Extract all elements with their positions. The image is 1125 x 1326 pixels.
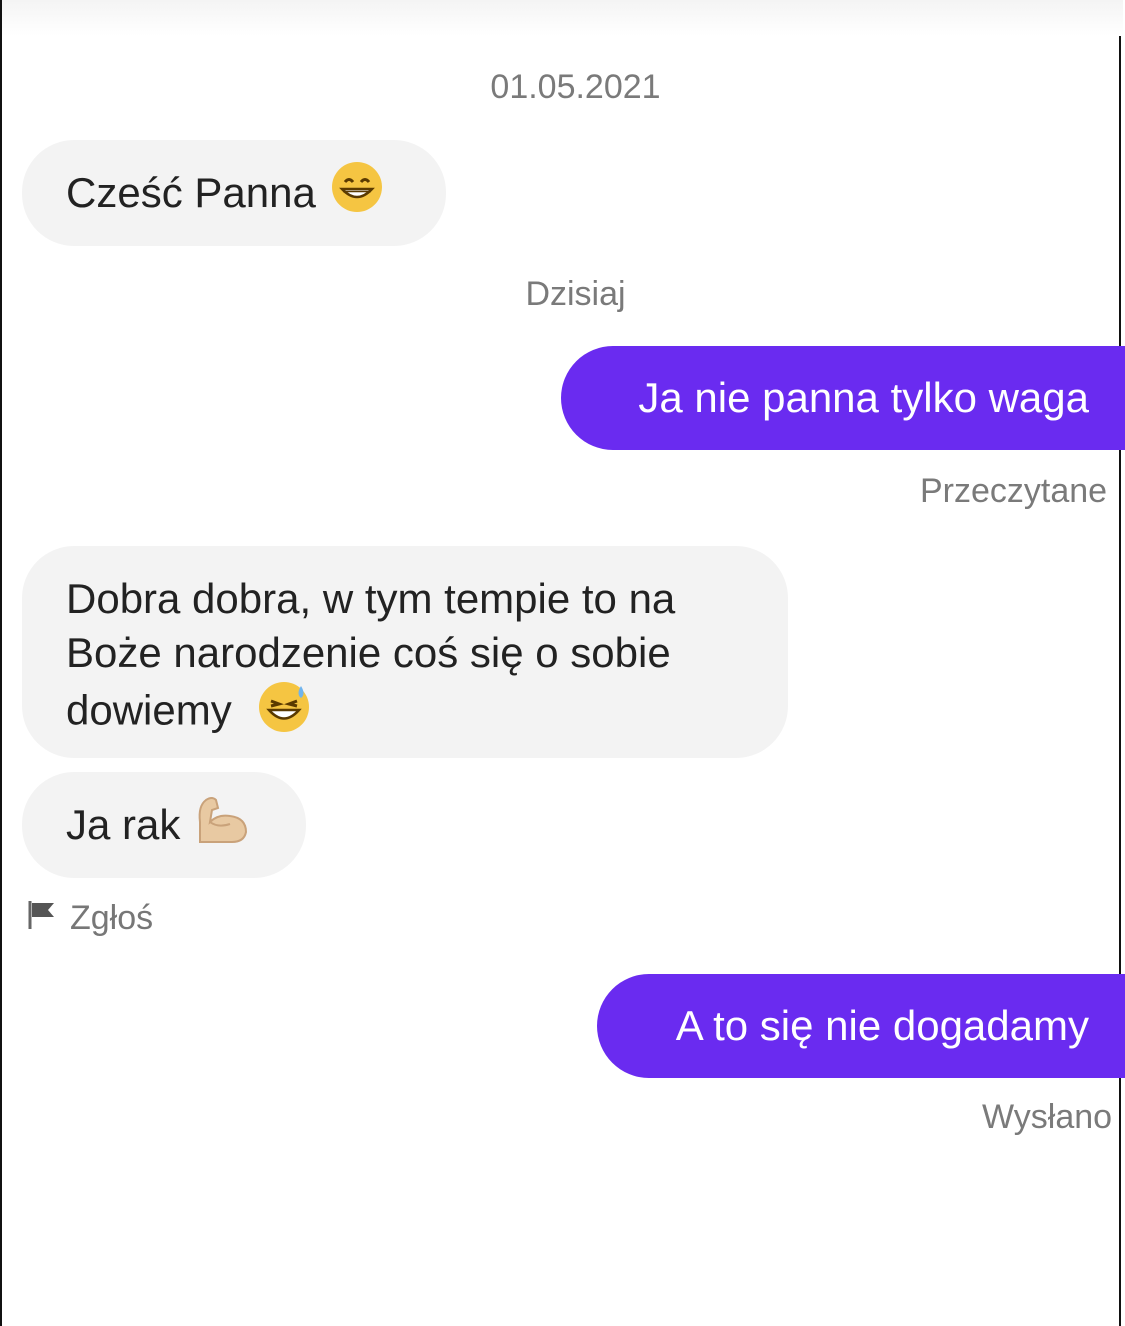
message-text: Ja nie panna tylko waga [638, 374, 1089, 421]
message-text: A to się nie dogadamy [675, 1002, 1089, 1049]
read-status: Przeczytane [920, 472, 1108, 510]
report-label: Zgłoś [70, 898, 154, 937]
flexed-biceps-icon [194, 792, 250, 859]
message-text: Cześć Panna [66, 169, 316, 216]
date-separator: 01.05.2021 [490, 68, 661, 106]
message-text-line: Boże narodzenie coś się o sobie [66, 629, 671, 676]
grinning-sweat-face-icon [257, 680, 311, 747]
message-text-line-with-emoji: dowiemy [66, 680, 744, 734]
grinning-face-icon [330, 160, 384, 227]
message-bubble-outgoing[interactable]: A to się nie dogadamy [597, 974, 1125, 1078]
message-text-line: Dobra dobra, w tym tempie to na [66, 575, 676, 622]
message-bubble-incoming[interactable]: Ja rak [22, 772, 306, 878]
today-separator: Dzisiaj [525, 275, 626, 313]
message-bubble-incoming[interactable]: Cześć Panna [22, 140, 446, 246]
message-bubble-incoming[interactable]: Dobra dobra, w tym tempie to na Boże nar… [22, 546, 788, 758]
sent-status: Wysłano [982, 1098, 1113, 1136]
top-fade [2, 0, 1123, 36]
report-button[interactable]: Zgłoś [26, 896, 153, 940]
message-text: dowiemy [66, 686, 232, 734]
message-text: Ja rak [66, 801, 181, 848]
flag-icon [26, 897, 60, 940]
message-bubble-outgoing[interactable]: Ja nie panna tylko waga [561, 346, 1125, 450]
